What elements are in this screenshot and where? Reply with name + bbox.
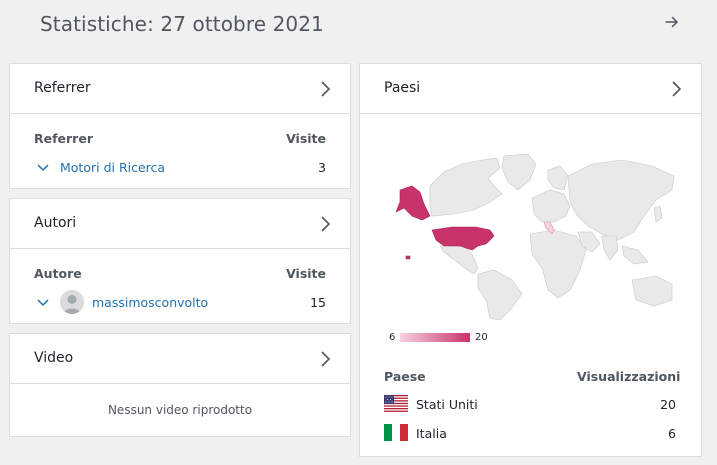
us-flag-icon bbox=[384, 395, 408, 412]
referrer-card-header[interactable]: Referrer bbox=[10, 64, 350, 114]
map-greenland bbox=[501, 153, 537, 191]
world-map[interactable] bbox=[382, 150, 682, 320]
authors-card-title: Autori bbox=[34, 215, 77, 231]
referrer-row-value: 3 bbox=[318, 160, 326, 175]
authors-card-header[interactable]: Autori bbox=[10, 199, 350, 249]
chevron-right-icon[interactable] bbox=[318, 214, 332, 234]
map-southeast-asia bbox=[621, 245, 649, 265]
country-row-label: Italia bbox=[416, 426, 447, 441]
referrer-card-title: Referrer bbox=[34, 80, 91, 96]
page-title: Statistiche: 27 ottobre 2021 bbox=[40, 12, 324, 36]
country-row-value: 6 bbox=[668, 426, 676, 441]
chevron-right-icon[interactable] bbox=[669, 79, 683, 99]
countries-col-views: Visualizzazioni bbox=[577, 369, 681, 384]
chevron-right-icon[interactable] bbox=[318, 349, 332, 369]
video-card-title: Video bbox=[34, 350, 74, 366]
referrer-col-label: Referrer bbox=[34, 131, 93, 146]
stats-page: Statistiche: 27 ottobre 2021 Referrer Re… bbox=[0, 0, 717, 465]
arrow-right-icon[interactable] bbox=[662, 12, 682, 32]
chevron-down-icon[interactable] bbox=[36, 298, 50, 308]
page-header: Statistiche: 27 ottobre 2021 bbox=[0, 0, 717, 52]
country-row-label: Stati Uniti bbox=[416, 397, 478, 412]
chevron-down-icon[interactable] bbox=[36, 163, 50, 173]
authors-col-visits: Visite bbox=[286, 266, 326, 281]
map-india bbox=[601, 235, 619, 261]
video-card-header[interactable]: Video bbox=[10, 334, 350, 384]
chevron-right-icon[interactable] bbox=[318, 79, 332, 99]
countries-card-title: Paesi bbox=[384, 80, 421, 96]
legend-gradient-bar bbox=[400, 333, 470, 342]
authors-col-label: Autore bbox=[34, 266, 82, 281]
referrer-row-label[interactable]: Motori di Ricerca bbox=[60, 160, 165, 175]
map-canada bbox=[429, 157, 503, 217]
map-mexico bbox=[439, 245, 479, 275]
author-row-label[interactable]: massimosconvolto bbox=[92, 295, 208, 310]
countries-card-header[interactable]: Paesi bbox=[360, 64, 701, 114]
legend-max: 20 bbox=[475, 332, 488, 343]
countries-col-label: Paese bbox=[384, 369, 426, 384]
avatar bbox=[60, 290, 84, 314]
map-south-america bbox=[477, 269, 523, 320]
map-asia bbox=[567, 159, 675, 241]
user-avatar-icon bbox=[60, 290, 84, 314]
country-row-value: 20 bbox=[660, 397, 676, 412]
authors-card: Autori Autore Visite massimosconvolto 15 bbox=[9, 198, 351, 324]
referrer-col-visits: Visite bbox=[286, 131, 326, 146]
map-scandinavia bbox=[547, 165, 569, 191]
map-japan bbox=[653, 205, 663, 223]
referrer-card: Referrer Referrer Visite Motori di Ricer… bbox=[9, 63, 351, 189]
map-australia bbox=[631, 275, 673, 307]
video-card: Video Nessun video riprodotto bbox=[9, 333, 351, 437]
it-flag-icon bbox=[384, 424, 408, 441]
video-empty-message: Nessun video riprodotto bbox=[107, 403, 253, 417]
map-europe bbox=[531, 189, 571, 223]
map-alaska bbox=[395, 185, 431, 221]
legend-min: 6 bbox=[389, 332, 396, 343]
map-africa bbox=[529, 229, 587, 299]
map-hawaii bbox=[405, 255, 411, 260]
author-row-value: 15 bbox=[310, 295, 326, 310]
